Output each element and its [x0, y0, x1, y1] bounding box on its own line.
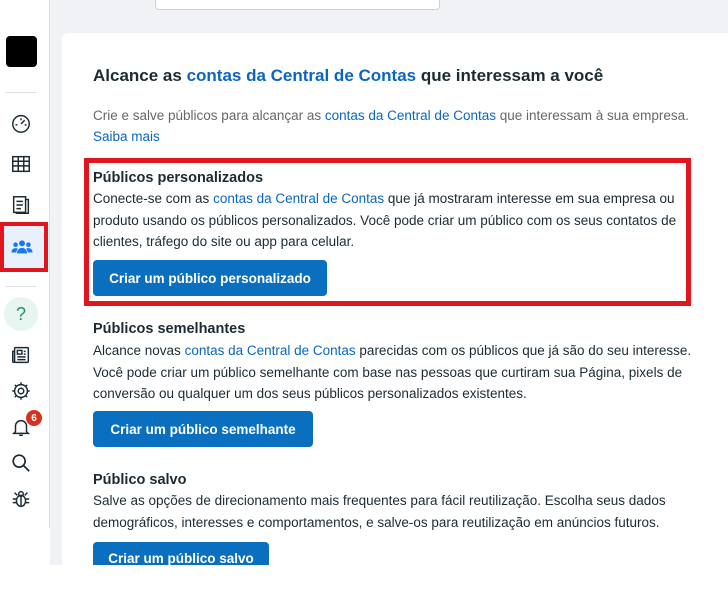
subtitle-text: Crie e salve públicos para alcançar as: [93, 108, 325, 123]
saved-audience-title: Público salvo: [93, 472, 187, 488]
dashboard-icon[interactable]: [6, 108, 36, 138]
description-text: Alcance novas: [93, 343, 185, 358]
help-label: ?: [15, 303, 26, 324]
account-logo[interactable]: [6, 36, 37, 67]
bottom-blank-area: [0, 565, 728, 611]
catalog-icon[interactable]: [6, 190, 36, 220]
subtitle-text: que interessam à sua empresa.: [495, 108, 689, 123]
gear-icon[interactable]: [6, 376, 36, 406]
saved-audience-description: Salve as opções de direcionamento mais f…: [93, 490, 693, 533]
title-link[interactable]: contas da Central de Contas: [187, 66, 417, 85]
notification-badge: 6: [26, 410, 42, 426]
sidebar-divider: [6, 92, 36, 93]
help-icon[interactable]: ?: [4, 297, 38, 331]
create-lookalike-audience-button[interactable]: Criar um público semelhante: [93, 411, 313, 447]
learn-more-link[interactable]: Saiba mais: [93, 129, 160, 144]
lookalike-audience-title: Públicos semelhantes: [93, 321, 246, 337]
news-icon[interactable]: [6, 340, 36, 370]
accounts-center-link[interactable]: contas da Central de Contas: [325, 108, 496, 123]
left-sidebar: ? 6: [0, 0, 50, 528]
page-title: Alcance as contas da Central de Contas q…: [93, 66, 603, 86]
table-icon[interactable]: [6, 149, 36, 179]
lookalike-audience-description: Alcance novas contas da Central de Conta…: [93, 340, 693, 405]
create-saved-audience-button[interactable]: Criar um público salvo: [93, 542, 269, 565]
page-subtitle: Crie e salve públicos para alcançar as c…: [93, 105, 723, 147]
bug-icon[interactable]: [6, 484, 36, 514]
sidebar-divider: [6, 286, 36, 287]
accounts-center-link[interactable]: contas da Central de Contas: [185, 343, 356, 358]
title-text: Alcance as: [93, 66, 187, 85]
search-icon[interactable]: [6, 448, 36, 478]
top-search-strip[interactable]: [155, 0, 440, 10]
audience-icon[interactable]: [7, 232, 37, 262]
description-text: Salve as opções de direcionamento mais f…: [93, 493, 666, 530]
highlight-annotation: [84, 158, 691, 306]
title-text: que interessam a você: [416, 66, 604, 85]
